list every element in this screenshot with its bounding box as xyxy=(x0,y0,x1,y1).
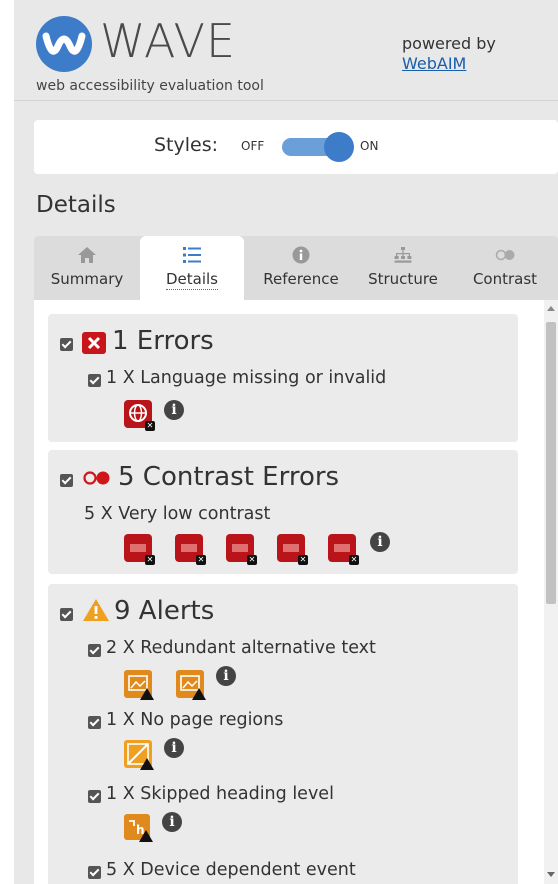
alerts-item-2-checkbox[interactable] xyxy=(88,790,101,803)
styles-label: Styles: xyxy=(154,134,219,156)
tab-reference-label: Reference xyxy=(263,270,339,288)
redundant-alt-icon-2[interactable] xyxy=(176,670,206,700)
alerts-item-2-label: 1 X Skipped heading level xyxy=(106,784,334,804)
alerts-item-0-checkbox[interactable] xyxy=(88,644,101,657)
info-icon[interactable]: i xyxy=(164,738,184,758)
tab-structure[interactable]: Structure xyxy=(356,236,450,300)
info-icon xyxy=(292,246,310,264)
sitemap-icon xyxy=(394,247,412,263)
badge-x-icon: ✕ xyxy=(145,555,155,565)
tab-reference[interactable]: Reference xyxy=(246,236,356,300)
warning-badge-icon xyxy=(192,688,206,700)
redundant-alt-icon-1[interactable] xyxy=(124,670,154,700)
contrast-instance-icon-1[interactable]: ✕ xyxy=(124,534,155,565)
alerts-title: 9 Alerts xyxy=(114,596,215,626)
alerts-item-3-label: 5 X Device dependent event xyxy=(106,860,356,880)
info-icon[interactable]: i xyxy=(216,666,236,686)
error-x-icon xyxy=(82,332,106,354)
tab-summary-label: Summary xyxy=(50,270,124,288)
tab-summary[interactable]: Summary xyxy=(34,236,140,300)
alerts-item-3-checkbox[interactable] xyxy=(88,866,101,879)
alert-triangle-icon xyxy=(83,599,109,621)
badge-x-icon: ✕ xyxy=(145,421,155,431)
styles-on-label[interactable]: ON xyxy=(360,139,378,153)
contrast-instance-icon-5[interactable]: ✕ xyxy=(328,534,359,565)
contrast-title: 5 Contrast Errors xyxy=(118,462,340,492)
info-icon[interactable]: i xyxy=(164,400,184,420)
alerts-item-1-checkbox[interactable] xyxy=(88,716,101,729)
warning-badge-icon xyxy=(140,758,154,770)
errors-checkbox[interactable] xyxy=(60,338,73,351)
powered-by-text: powered by xyxy=(402,34,496,53)
scroll-down-icon[interactable] xyxy=(547,872,555,877)
language-error-icon[interactable]: ✕ xyxy=(124,400,155,431)
errors-item-0-checkbox[interactable] xyxy=(88,374,101,387)
badge-x-icon: ✕ xyxy=(298,555,308,565)
styles-toggle-knob[interactable] xyxy=(324,132,354,162)
contrast-checkbox[interactable] xyxy=(60,474,73,487)
scrollbar-thumb[interactable] xyxy=(546,322,556,604)
errors-item-0-label: 1 X Language missing or invalid xyxy=(106,368,387,388)
contrast-instance-icon-4[interactable]: ✕ xyxy=(277,534,308,565)
warning-badge-icon xyxy=(139,830,153,842)
tab-contrast-label: Contrast xyxy=(472,270,538,288)
warning-badge-icon xyxy=(140,688,154,700)
badge-x-icon: ✕ xyxy=(247,555,257,565)
details-content: 1 Errors 1 X Language missing or invalid… xyxy=(34,300,558,884)
no-regions-icon[interactable] xyxy=(124,740,154,770)
app-subtitle: web accessibility evaluation tool xyxy=(36,78,264,94)
wave-logo-icon xyxy=(36,16,92,72)
tab-details-label: Details xyxy=(165,270,218,290)
contrast-instance-icon-3[interactable]: ✕ xyxy=(226,534,257,565)
alerts-item-1-label: 1 X No page regions xyxy=(106,710,284,730)
tab-bar: Summary Details Reference Structure Cont… xyxy=(34,236,558,300)
contrast-icon xyxy=(495,249,515,261)
wave-panel: WAVE web accessibility evaluation tool p… xyxy=(14,0,558,884)
contrast-instance-icon-2[interactable]: ✕ xyxy=(175,534,206,565)
badge-x-icon: ✕ xyxy=(349,555,359,565)
info-icon[interactable]: i xyxy=(162,812,182,832)
tab-structure-label: Structure xyxy=(368,270,438,288)
styles-off-label[interactable]: OFF xyxy=(241,139,264,153)
list-icon xyxy=(183,247,201,263)
alerts-card: 9 Alerts 2 X Redundant alternative text … xyxy=(48,584,518,884)
skipped-heading-icon[interactable]: h xyxy=(124,814,153,842)
contrast-card: 5 Contrast Errors 5 X Very low contrast … xyxy=(48,450,518,574)
header: WAVE web accessibility evaluation tool p… xyxy=(14,0,558,101)
scroll-up-icon[interactable] xyxy=(547,306,555,311)
alerts-checkbox[interactable] xyxy=(60,608,73,621)
scrollbar[interactable] xyxy=(544,300,558,884)
styles-toggle-box: Styles: OFF ON xyxy=(34,120,558,174)
badge-x-icon: ✕ xyxy=(196,555,206,565)
contrast-item-0-label: 5 X Very low contrast xyxy=(84,504,271,524)
alerts-item-0-label: 2 X Redundant alternative text xyxy=(106,638,376,658)
errors-card: 1 Errors 1 X Language missing or invalid… xyxy=(48,314,518,442)
details-heading: Details xyxy=(36,192,116,218)
app-title: WAVE xyxy=(100,14,237,68)
tab-details[interactable]: Details xyxy=(140,236,244,300)
home-icon xyxy=(78,247,96,263)
webaim-link[interactable]: WebAIM xyxy=(402,54,466,73)
errors-title: 1 Errors xyxy=(112,326,214,356)
contrast-error-icon xyxy=(83,471,110,485)
powered-by: powered by WebAIM xyxy=(402,34,496,74)
info-icon[interactable]: i xyxy=(370,532,390,552)
tab-contrast[interactable]: Contrast xyxy=(452,236,558,300)
